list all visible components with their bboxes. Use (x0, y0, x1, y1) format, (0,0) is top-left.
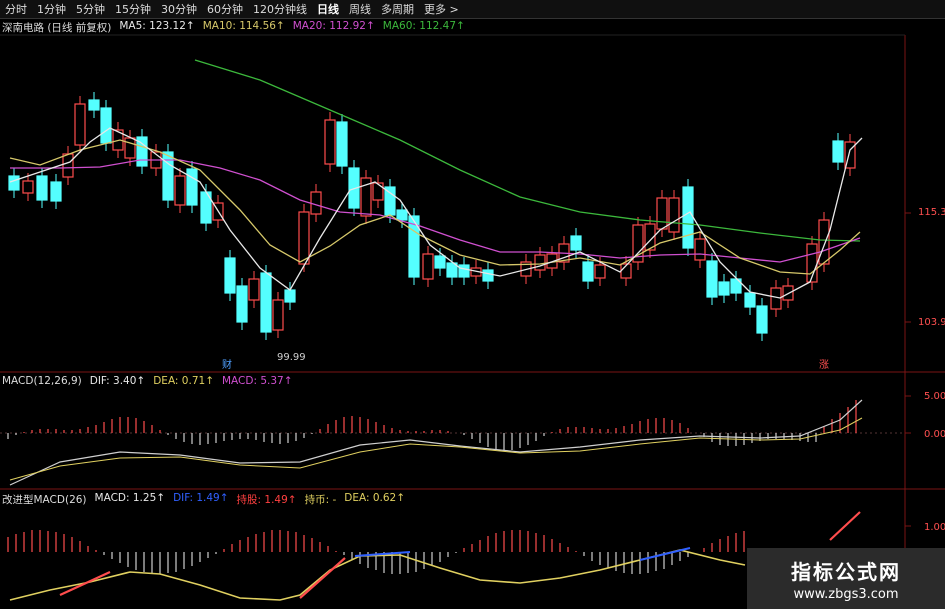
low-price-marker: 99.99 (277, 352, 306, 363)
watermark-url: www.zbgs3.com (793, 586, 899, 602)
candlestick-panel (8, 59, 863, 341)
mod-hold-segment (299, 557, 346, 599)
stock-chart-canvas[interactable]: 115.3 103.9 5.00 0.00 1.00 99.99 财 涨 (0, 0, 945, 609)
candle-body (656, 197, 668, 230)
price-axis: 115.3 103.9 5.00 0.00 1.00 99.99 财 涨 (222, 207, 945, 533)
candle-body (570, 235, 582, 251)
mod-axis-label-top: 1.00 (924, 522, 945, 533)
improved-macd-panel (7, 511, 861, 601)
candle-body (162, 151, 174, 201)
candle-body (832, 140, 844, 163)
candle-body (694, 238, 706, 261)
candle-body (310, 191, 322, 215)
candle-body (124, 137, 136, 159)
limit-up-marker: 涨 (819, 359, 829, 371)
candle-body (186, 168, 198, 206)
candle-body (582, 261, 594, 282)
candle-body (434, 255, 446, 269)
candle-body (260, 272, 272, 333)
candle-body (668, 197, 680, 233)
candle-body (100, 107, 112, 144)
candle-body (706, 260, 718, 298)
candle-body (744, 292, 756, 308)
candle-body (756, 305, 768, 334)
price-axis-label-high: 115.3 (918, 207, 945, 218)
candle-body (336, 121, 348, 167)
candle-body (248, 278, 260, 301)
candle-body (482, 269, 494, 282)
candle-body (284, 289, 296, 303)
candle-body (224, 257, 236, 294)
ma60-line (194, 59, 861, 242)
mod-hold-segment (829, 511, 861, 541)
financial-report-marker: 财 (222, 358, 232, 371)
candle-body (236, 285, 248, 323)
candle-body (22, 180, 34, 194)
dea-line (9, 417, 863, 481)
candle-body (818, 219, 830, 265)
candle-body (396, 209, 408, 221)
candle-body (384, 186, 396, 216)
candle-body (174, 175, 186, 206)
candle-body (682, 186, 694, 249)
macd-panel (7, 399, 863, 486)
candle-body (594, 264, 606, 279)
price-axis-label-low: 103.9 (918, 317, 945, 328)
candle-body (62, 153, 74, 178)
candle-body (422, 253, 434, 280)
candle-body (458, 264, 470, 278)
candle-body (718, 281, 730, 296)
candle-body (324, 119, 336, 165)
candle-body (74, 103, 86, 146)
candle-body (36, 175, 48, 201)
dif-line (9, 399, 863, 486)
mod-hold-segment (59, 571, 111, 596)
candle-body (88, 99, 100, 111)
watermark-badge: 指标公式网 www.zbgs3.com (747, 548, 945, 609)
candle-body (298, 211, 310, 265)
chart-grid (0, 34, 945, 609)
macd-axis-label-zero: 0.00 (924, 429, 945, 440)
candle-body (372, 182, 384, 201)
candle-body (8, 175, 20, 191)
ma20-line (10, 159, 861, 263)
watermark-title: 指标公式网 (791, 559, 901, 584)
macd-axis-label-top: 5.00 (924, 391, 945, 402)
candle-body (272, 299, 284, 331)
candle-body (50, 181, 62, 202)
candle-body (534, 254, 546, 271)
